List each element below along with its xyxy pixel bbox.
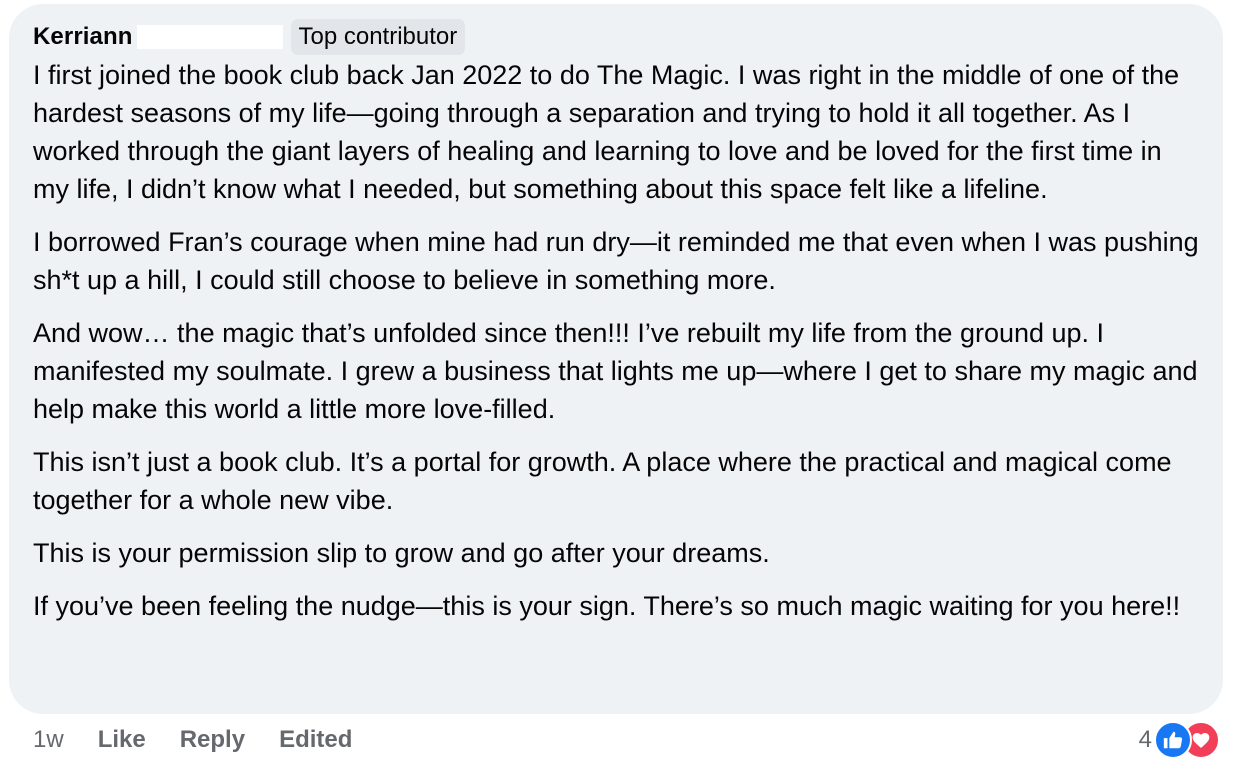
comment-paragraph: I borrowed Fran’s courage when mine had …: [33, 227, 1199, 295]
comment-paragraph: This isn’t just a book club. It’s a port…: [33, 447, 1172, 515]
comment-body: I first joined the book club back Jan 20…: [33, 56, 1199, 625]
reaction-count: 4: [1138, 726, 1152, 753]
edited-label[interactable]: Edited: [279, 726, 352, 754]
comment-paragraph: If you’ve been feeling the nudge—this is…: [33, 591, 1181, 621]
author-name[interactable]: Kerriann: [33, 23, 133, 51]
comment-paragraph: This is your permission slip to grow and…: [33, 538, 770, 568]
redacted-surname: [136, 25, 283, 49]
like-button[interactable]: Like: [98, 726, 146, 754]
comment-header: Kerriann Top contributor: [33, 18, 1199, 56]
top-contributor-badge: Top contributor: [290, 19, 466, 55]
comment-paragraph: And wow… the magic that’s unfolded since…: [33, 318, 1198, 424]
reply-button[interactable]: Reply: [180, 726, 245, 754]
timestamp-link[interactable]: 1w: [33, 726, 64, 754]
comment-bubble: Kerriann Top contributor I first joined …: [9, 4, 1223, 714]
like-icon: [1154, 721, 1192, 759]
comment-paragraph: I first joined the book club back Jan 20…: [33, 60, 1180, 204]
reaction-summary[interactable]: 4: [1139, 720, 1220, 760]
comment-actions: 1w Like Reply Edited: [33, 722, 352, 758]
